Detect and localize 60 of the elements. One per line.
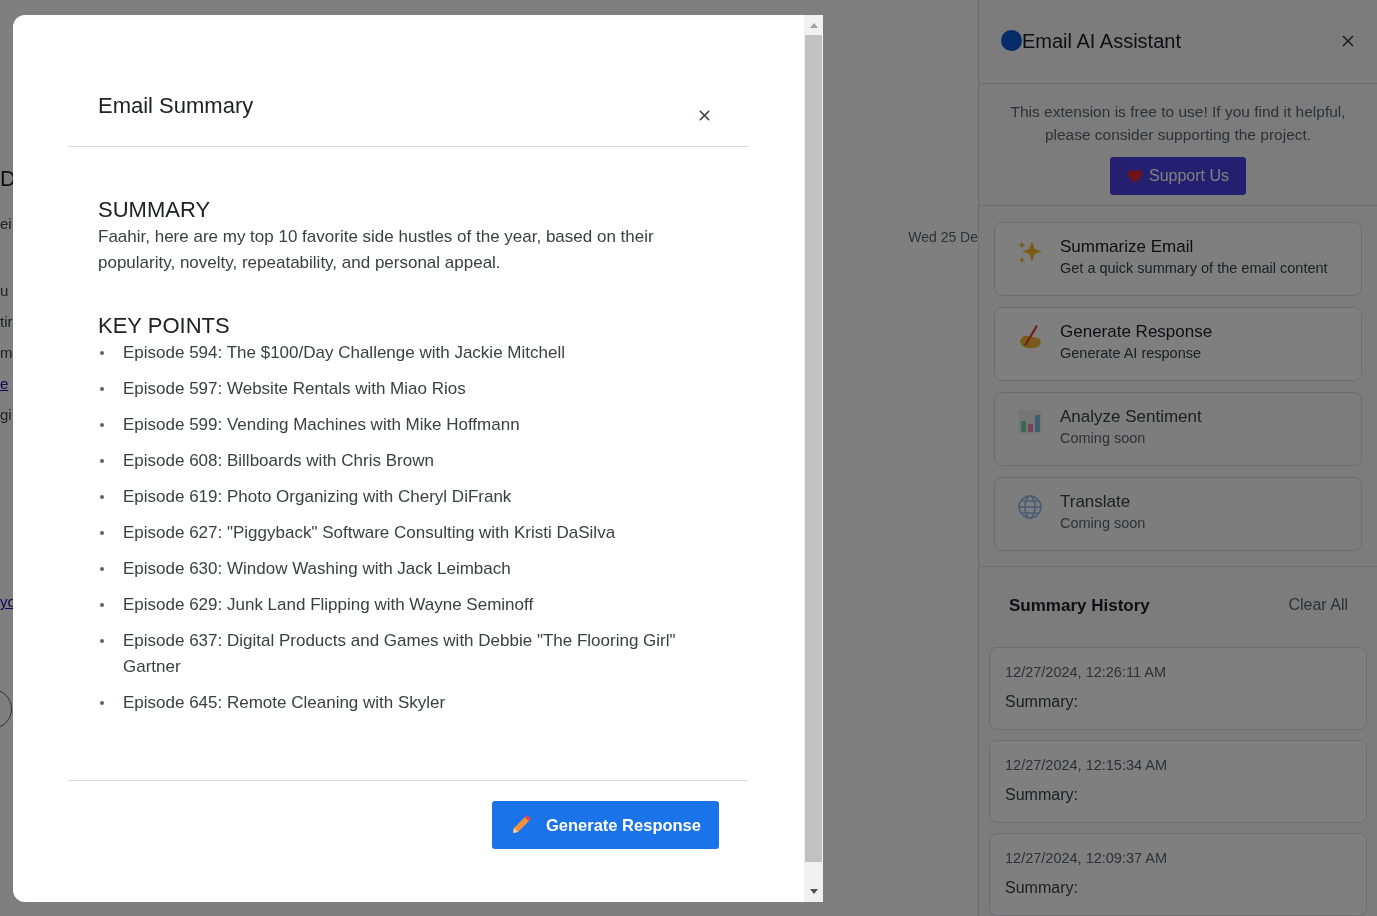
key-point: Episode 619: Photo Organizing with Cheryl DiFrank xyxy=(123,486,513,508)
bullet-icon xyxy=(100,387,104,391)
feature-subtitle: Get a quick summary of the email content xyxy=(1060,258,1328,278)
bullet-icon xyxy=(100,639,104,643)
feature-subtitle: Coming soon xyxy=(1060,428,1147,448)
key-point: Episode 645: Remote Cleaning with Skyler xyxy=(123,692,447,714)
history-timestamp: 12/27/2024, 12:26:11 AM xyxy=(1005,663,1167,682)
bullet-icon xyxy=(100,423,104,427)
pencil-icon xyxy=(510,814,532,836)
summary-paragraph: Faahir, here are my top 10 favorite side hustles of the year, based on their popularity, novelty, repeatability, and personal appeal. xyxy=(98,226,655,274)
history-timestamp: 12/27/2024, 12:09:37 AM xyxy=(1005,849,1169,868)
dialog-title: Email Summary xyxy=(98,92,254,120)
history-card[interactable]: 12/27/2024, 12:15:34 AM Summary: xyxy=(989,740,1367,823)
feature-card[interactable]: Generate Response Generate AI response xyxy=(994,306,1362,381)
feature-title: Generate Response xyxy=(1060,320,1213,343)
page-text-fragment: m xyxy=(0,345,13,360)
sidebar-title: Email AI Assistant xyxy=(1022,28,1181,54)
history-timestamp: 12/27/2024, 12:15:34 AM xyxy=(1005,756,1169,775)
feature-subtitle: Generate AI response xyxy=(1060,343,1203,363)
history-card[interactable]: 12/27/2024, 12:09:37 AM Summary: xyxy=(989,833,1367,916)
support-button[interactable]: Support Us xyxy=(1109,157,1246,196)
key-point: Episode 637: Digital Products and Games with Debbie "The Flooring Girl" Gartner xyxy=(123,630,677,678)
history-label: Summary: xyxy=(1005,785,1079,805)
page-text-fragment: tir xyxy=(0,314,13,329)
feature-title: Translate xyxy=(1060,490,1132,513)
feature-subtitle: Coming soon xyxy=(1060,513,1146,533)
generate-response-button[interactable]: Generate Response xyxy=(492,801,719,849)
bullet-icon xyxy=(100,495,104,499)
page-link-fragment[interactable]: e xyxy=(0,376,9,391)
support-notice: This extension is free to use! If you find it helpful, please consider supporting the project. xyxy=(1009,102,1347,146)
page-text-fragment: u xyxy=(0,283,9,298)
feature-card[interactable]: Summarize Email Get a quick summary of the email content xyxy=(994,221,1362,296)
heart-icon xyxy=(1126,168,1143,184)
page-text-fragment: gi xyxy=(0,407,12,422)
feature-title: Summarize Email xyxy=(1060,235,1195,258)
bullet-icon xyxy=(100,531,104,535)
bullet-icon xyxy=(100,459,104,463)
page-text-fragment: ei xyxy=(0,216,12,231)
key-point: Episode 594: The $100/Day Challenge with Jackie Mitchell xyxy=(123,342,566,364)
key-point: Episode 627: "Piggyback" Software Consulting with Kristi DaSilva xyxy=(123,522,617,544)
key-point: Episode 597: Website Rentals with Miao Rios xyxy=(123,378,467,400)
key-point: Episode 630: Window Washing with Jack Leimbach xyxy=(123,558,512,580)
history-label: Summary: xyxy=(1005,878,1079,898)
history-title: Summary History xyxy=(1009,594,1150,617)
history-card[interactable]: 12/27/2024, 12:26:11 AM Summary: xyxy=(989,647,1367,730)
email-date: Wed 25 De xyxy=(908,228,978,247)
key-point: Episode 599: Vending Machines with Mike Hoffmann xyxy=(123,414,521,436)
scrollbar[interactable] xyxy=(804,15,823,902)
bullet-icon xyxy=(100,603,104,607)
key-point: Episode 629: Junk Land Flipping with Wayne Seminoff xyxy=(123,594,535,616)
history-label: Summary: xyxy=(1005,692,1079,712)
feature-title: Analyze Sentiment xyxy=(1060,405,1202,428)
section-heading: KEY POINTS xyxy=(98,312,231,340)
bullet-icon xyxy=(100,567,104,571)
key-point: Episode 608: Billboards with Chris Brown xyxy=(123,450,435,472)
bullet-icon xyxy=(100,351,104,355)
section-heading: SUMMARY xyxy=(98,196,212,224)
clear-all-button[interactable]: Clear All xyxy=(1288,593,1348,618)
scrollbar-thumb[interactable] xyxy=(805,35,822,862)
bullet-icon xyxy=(100,701,104,705)
